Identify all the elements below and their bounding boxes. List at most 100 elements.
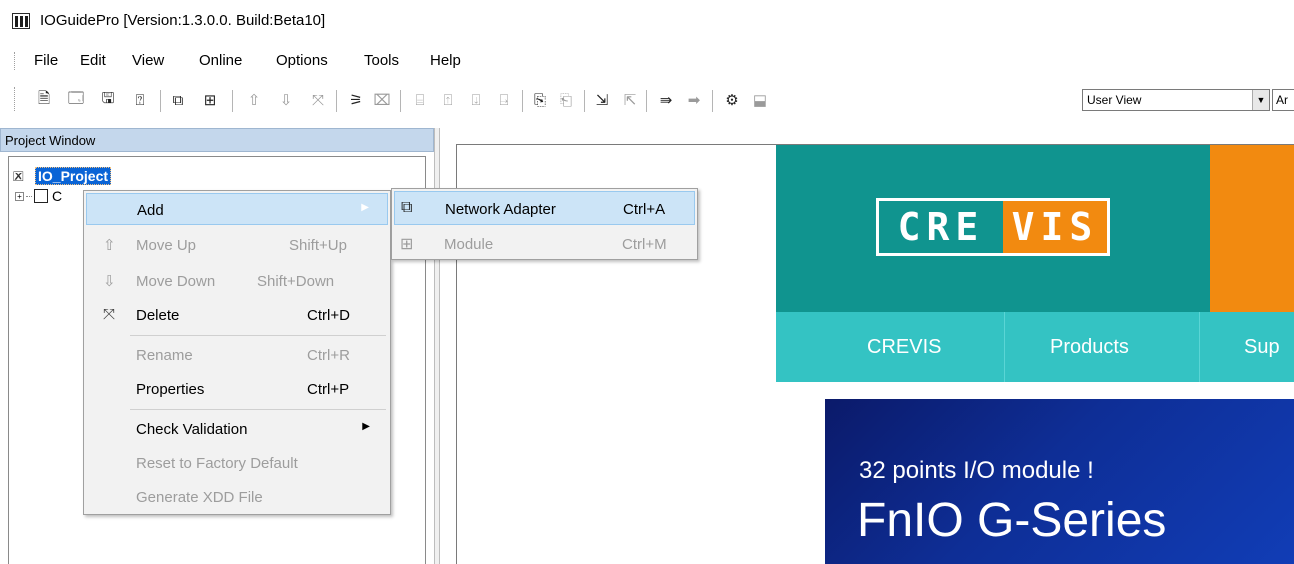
connect-icon[interactable]: ⚞ bbox=[346, 90, 366, 110]
tree-child-node[interactable]: + C bbox=[15, 187, 62, 205]
project-window-title: Project Window bbox=[5, 133, 96, 148]
menu-item-reset-factory[interactable]: Reset to Factory Default bbox=[86, 447, 388, 479]
expand-icon[interactable]: + bbox=[15, 191, 24, 201]
forward-disabled-icon[interactable]: ➡ bbox=[684, 90, 704, 110]
network-adapter-icon: ⧉ bbox=[401, 199, 413, 216]
context-menu: Add ▶ ⇧ Move Up Shift+Up ⇩ Move Down Shi… bbox=[83, 190, 391, 515]
menu-options[interactable]: Options bbox=[276, 52, 328, 69]
menu-separator bbox=[130, 335, 386, 336]
menu-separator bbox=[130, 409, 386, 410]
toolbar-separator bbox=[712, 90, 713, 112]
module-icon: ⊞ bbox=[400, 236, 414, 253]
banner-title: FnIO G-Series bbox=[857, 494, 1167, 547]
menu-item-check-validation[interactable]: Check Validation ▶ bbox=[86, 413, 388, 445]
menu-item-label: Rename bbox=[136, 347, 193, 364]
submenu-arrow-icon: ▶ bbox=[362, 421, 370, 432]
delete-icon[interactable]: ⤧ bbox=[308, 90, 328, 110]
move-down-icon: ⇩ bbox=[103, 273, 116, 290]
submenu-item-shortcut: Ctrl+A bbox=[623, 201, 666, 218]
open-file-icon[interactable]: 🗔 bbox=[66, 90, 86, 110]
upload-icon[interactable]: ⍐ bbox=[438, 90, 458, 110]
project-icon: 🗷 bbox=[13, 167, 24, 184]
menu-edit[interactable]: Edit bbox=[80, 52, 106, 69]
tag-icon[interactable]: ⬓ bbox=[750, 90, 770, 110]
app-icon bbox=[12, 13, 30, 29]
menu-item-shortcut: Ctrl+P bbox=[307, 381, 350, 398]
project-window-header: Project Window bbox=[0, 128, 434, 152]
move-down-icon[interactable]: ⇩ bbox=[276, 90, 296, 110]
move-up-icon[interactable]: ⇧ bbox=[244, 90, 264, 110]
toolbar-separator bbox=[160, 90, 161, 112]
download-icon[interactable]: ⍗ bbox=[466, 90, 486, 110]
submenu-item-shortcut: Ctrl+M bbox=[622, 236, 667, 253]
menu-tools[interactable]: Tools bbox=[364, 52, 399, 69]
menubar-grip[interactable] bbox=[14, 52, 16, 70]
logo-text-left: CRE bbox=[897, 205, 985, 249]
submenu-item-module[interactable]: ⊞ Module Ctrl+M bbox=[394, 227, 695, 261]
device-icon bbox=[34, 189, 48, 203]
help-icon[interactable]: ⍰ bbox=[130, 90, 150, 110]
diagnose-icon[interactable]: ⌧ bbox=[372, 90, 392, 110]
move-up-icon: ⇧ bbox=[103, 237, 116, 254]
title-bar: IOGuidePro [Version:1.3.0.0. Build:Beta1… bbox=[0, 0, 1294, 40]
menu-item-label: Add bbox=[137, 202, 164, 219]
tree-root-node[interactable]: 🗷 IO_Project bbox=[13, 167, 112, 185]
menu-item-label: Delete bbox=[136, 307, 180, 324]
menu-item-move-down[interactable]: ⇩ Move Down Shift+Down bbox=[86, 265, 388, 297]
forward-icon[interactable]: ⇛ bbox=[656, 90, 676, 110]
read-config-icon[interactable]: ⎘ bbox=[530, 90, 550, 110]
nav-support[interactable]: Sup bbox=[1244, 336, 1280, 359]
menu-item-rename[interactable]: Rename Ctrl+R bbox=[86, 339, 388, 371]
menu-item-label: Properties bbox=[136, 381, 205, 398]
submenu-item-label: Network Adapter bbox=[445, 201, 556, 218]
toolbar-grip[interactable] bbox=[14, 87, 16, 111]
nav-products[interactable]: Products bbox=[1050, 336, 1129, 359]
toolbar-separator bbox=[400, 90, 401, 112]
crevis-logo[interactable]: CRE VIS bbox=[876, 198, 1110, 256]
view-select-value: User View bbox=[1087, 93, 1142, 107]
tree-root-label[interactable]: IO_Project bbox=[35, 167, 112, 185]
menu-item-delete[interactable]: ⤧ Delete Ctrl+D bbox=[86, 299, 388, 331]
promo-banner[interactable]: 32 points I/O module ! FnIO G-Series bbox=[825, 399, 1294, 564]
crevis-orange-panel bbox=[1210, 145, 1294, 312]
toolbar-separator bbox=[522, 90, 523, 112]
menu-item-properties[interactable]: Properties Ctrl+P bbox=[86, 373, 388, 405]
add-adapter-icon[interactable]: ⧉ bbox=[168, 90, 188, 110]
menu-item-shortcut: Shift+Up bbox=[289, 237, 347, 254]
save-icon[interactable]: 🖫 bbox=[98, 90, 118, 110]
view-select[interactable]: User View ▼ bbox=[1082, 89, 1270, 111]
window-title: IOGuidePro [Version:1.3.0.0. Build:Beta1… bbox=[40, 12, 326, 29]
submenu-item-network-adapter[interactable]: ⧉ Network Adapter Ctrl+A bbox=[394, 191, 695, 225]
export-icon[interactable]: ⇱ bbox=[620, 90, 640, 110]
submenu-item-label: Module bbox=[444, 236, 494, 253]
menu-item-move-up[interactable]: ⇧ Move Up Shift+Up bbox=[86, 229, 388, 261]
toolbar-separator bbox=[232, 90, 233, 112]
add-module-icon[interactable]: ⊞ bbox=[200, 90, 220, 110]
menu-file[interactable]: File bbox=[34, 52, 58, 69]
menu-view[interactable]: View bbox=[132, 52, 164, 69]
menu-item-add[interactable]: Add ▶ bbox=[86, 193, 388, 225]
crevis-nav-bar: CREVIS Products Sup bbox=[776, 312, 1294, 382]
chevron-down-icon[interactable]: ▼ bbox=[1252, 90, 1269, 110]
online-scan-icon[interactable]: ⌸ bbox=[410, 90, 430, 110]
menu-item-shortcut: Ctrl+D bbox=[307, 307, 350, 324]
submenu-arrow-icon: ▶ bbox=[361, 202, 369, 213]
new-file-icon[interactable]: 🗎 bbox=[34, 90, 54, 110]
import-icon[interactable]: ⇲ bbox=[592, 90, 612, 110]
banner-subtitle: 32 points I/O module ! bbox=[859, 457, 1094, 484]
write-config-icon[interactable]: ⎗ bbox=[556, 90, 576, 110]
logo-text-right: VIS bbox=[1003, 201, 1107, 253]
settings-icon[interactable]: ⚙ bbox=[722, 90, 742, 110]
menu-item-generate-xdd[interactable]: Generate XDD File bbox=[86, 481, 388, 513]
toolbar-separator bbox=[646, 90, 647, 112]
menu-item-label: Generate XDD File bbox=[136, 489, 263, 506]
monitor-icon[interactable]: ⍈ bbox=[494, 90, 514, 110]
nav-crevis[interactable]: CREVIS bbox=[867, 336, 941, 359]
add-submenu: ⧉ Network Adapter Ctrl+A ⊞ Module Ctrl+M bbox=[391, 188, 698, 260]
secondary-select[interactable]: Ar bbox=[1272, 89, 1294, 111]
menu-item-label: Move Up bbox=[136, 237, 197, 254]
menu-help[interactable]: Help bbox=[430, 52, 461, 69]
tree-child-label[interactable]: C bbox=[52, 188, 62, 204]
menu-online[interactable]: Online bbox=[199, 52, 242, 69]
toolbar-separator bbox=[584, 90, 585, 112]
